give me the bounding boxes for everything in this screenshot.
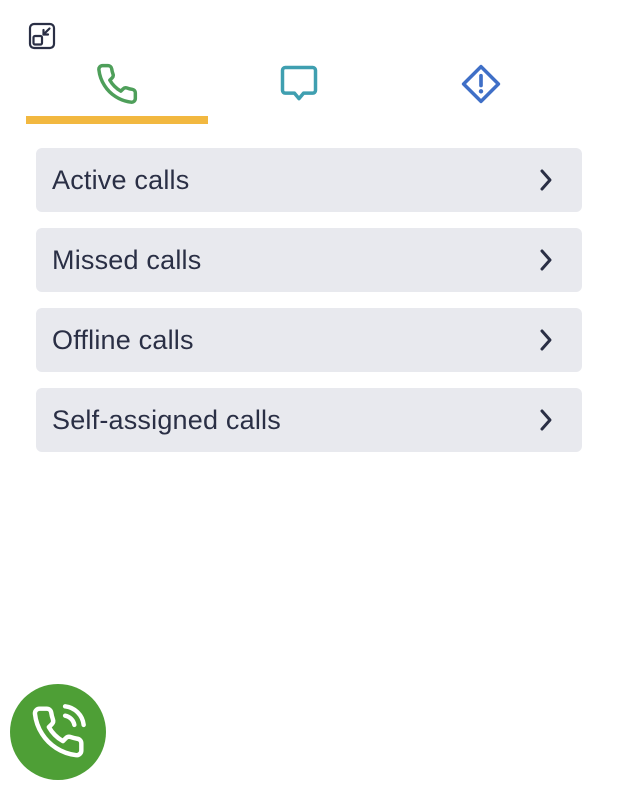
minimize-icon (28, 22, 56, 50)
alert-diamond-icon (461, 64, 501, 104)
chevron-right-icon (538, 328, 554, 352)
menu-item-label: Self-assigned calls (52, 404, 281, 435)
call-fab-button[interactable] (10, 684, 106, 780)
menu-item-active-calls[interactable]: Active calls (36, 148, 582, 212)
phone-ringing-icon (32, 704, 86, 758)
widget-panel: Active calls Missed calls Offline calls … (0, 0, 622, 810)
tab-bar (26, 56, 572, 126)
tab-calls[interactable] (26, 56, 208, 126)
menu-item-missed-calls[interactable]: Missed calls (36, 228, 582, 292)
chat-bubble-icon (280, 65, 318, 101)
menu-item-offline-calls[interactable]: Offline calls (36, 308, 582, 372)
calls-menu: Active calls Missed calls Offline calls … (36, 148, 582, 468)
chevron-right-icon (538, 168, 554, 192)
active-tab-indicator (26, 116, 208, 124)
tab-chats[interactable] (208, 56, 390, 126)
menu-item-label: Active calls (52, 164, 190, 195)
tab-alerts[interactable] (390, 56, 572, 126)
minimize-button[interactable] (26, 20, 58, 52)
menu-item-label: Missed calls (52, 244, 202, 275)
menu-item-self-assigned-calls[interactable]: Self-assigned calls (36, 388, 582, 452)
chevron-right-icon (538, 248, 554, 272)
phone-icon (97, 63, 138, 104)
chevron-right-icon (538, 408, 554, 432)
menu-item-label: Offline calls (52, 324, 194, 355)
